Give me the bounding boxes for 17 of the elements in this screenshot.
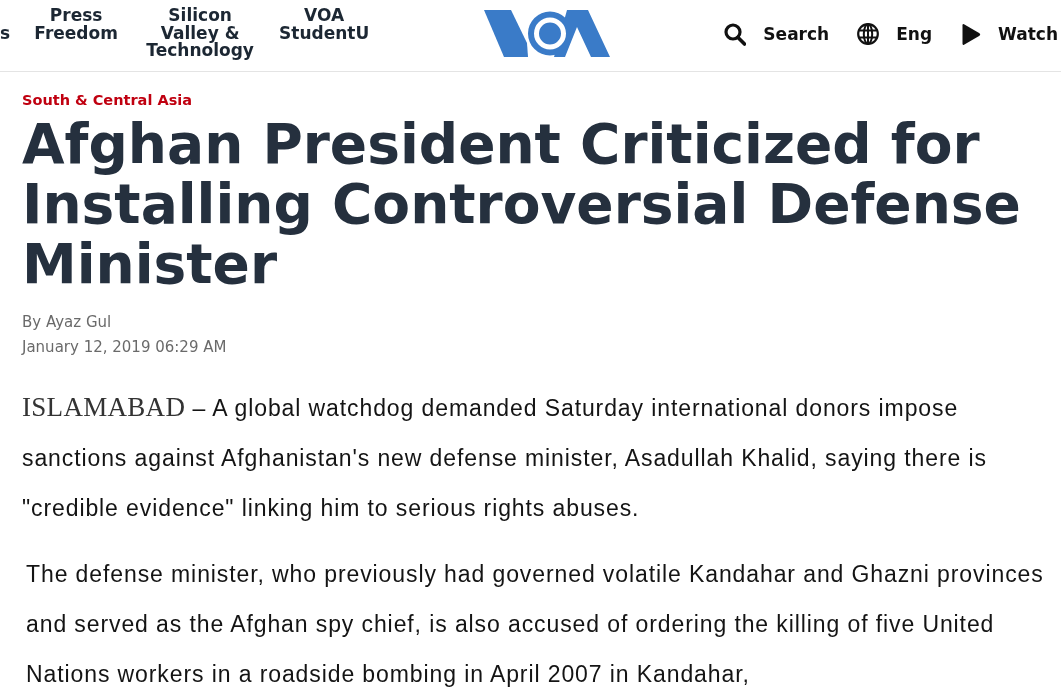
nav-link[interactable]: Press Freedom	[18, 7, 135, 42]
nav-link[interactable]: Silicon Valley & Technology	[142, 7, 259, 60]
site-logo[interactable]	[484, 10, 610, 57]
globe-icon	[857, 23, 880, 45]
article-paragraph: ISLAMABAD – A global watchdog demanded Saturday international donors impose sanctions against Afghanistan's new defense minister, Asadullah Khalid, saying there is "credible evidence" linking him to serious rights abuses.	[22, 391, 988, 523]
play-icon	[960, 22, 982, 46]
publish-date: January 12, 2019 06:29 AM	[22, 337, 227, 358]
search-icon	[724, 22, 747, 46]
author-byline: By Ayaz Gul	[22, 312, 112, 333]
nav-link[interactable]: s	[0, 24, 11, 42]
article-headline: Afghan President Criticized for Installing Controversial Defense Minister	[22, 114, 1022, 294]
watch-button[interactable]: Watch	[960, 22, 1058, 46]
article-paragraph: The defense minister, who previously had governed volatile Kandahar and Ghazni provinces and served as the Afghan spy chief, is also accused of ordering the killing of five United Nations workers in a roadside bombing in April 2007 in Kandahar,	[25, 560, 1045, 689]
nav-link[interactable]: VOA StudentU	[266, 7, 383, 42]
category-link[interactable]: South & Central Asia	[22, 91, 192, 109]
language-button[interactable]: Eng	[857, 23, 933, 45]
search-button[interactable]: Search	[724, 22, 830, 46]
